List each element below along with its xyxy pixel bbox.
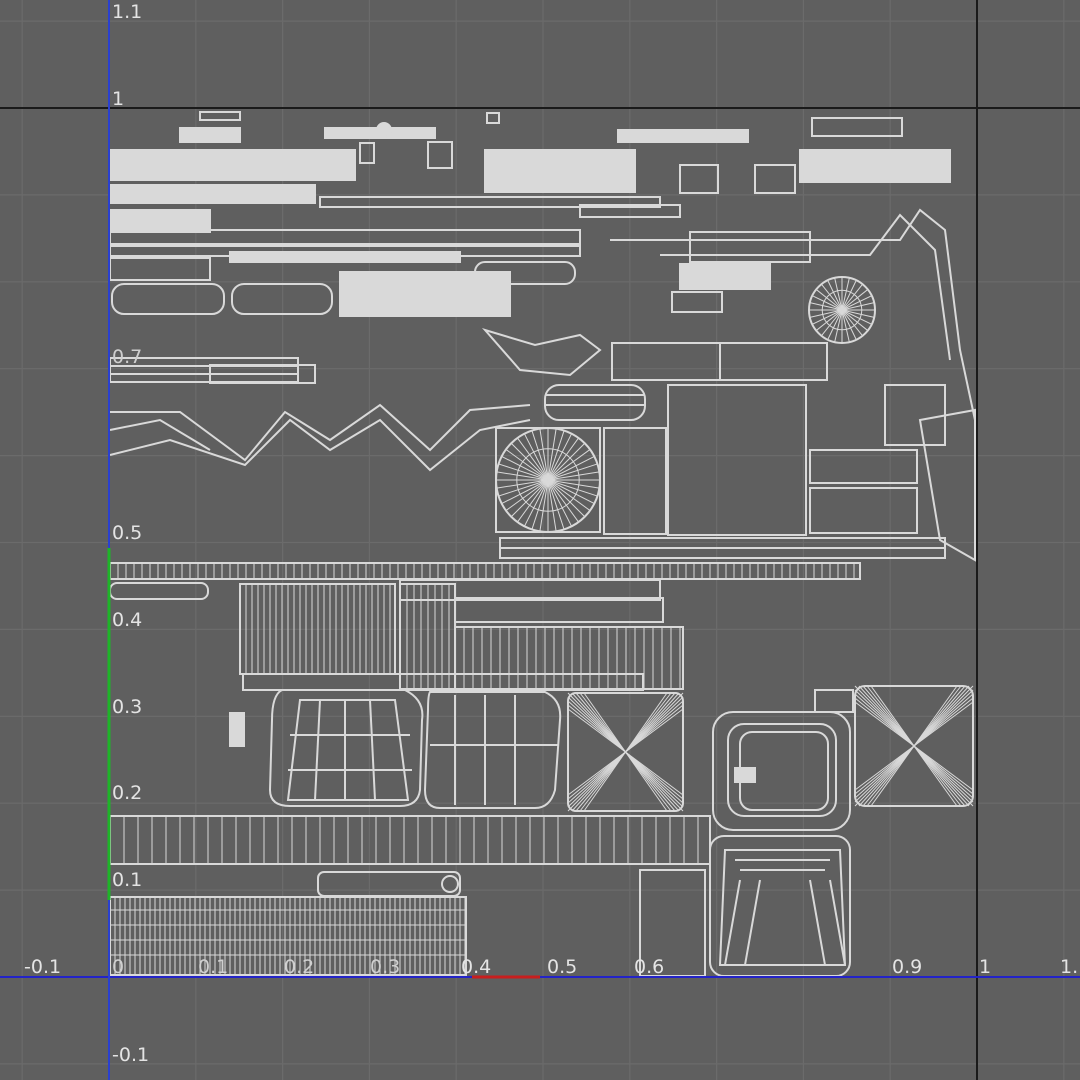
u-tick-label: 1.1 [1060, 956, 1080, 978]
fan-circle-middle[interactable] [495, 427, 601, 533]
v-tick-label: 0.4 [112, 609, 142, 631]
rounded-frame-shell[interactable] [709, 689, 854, 977]
fan-circle-upper[interactable] [808, 276, 876, 344]
u-tick-label: 0.1 [198, 956, 228, 978]
star-ray [583, 751, 626, 812]
uv-texture-editor-viewport[interactable]: -0.1 0 0.1 0.2 0.3 0.4 0.5 0.6 0.9 1 1. 1… [0, 0, 1080, 1080]
v-tick-label: 1 [112, 88, 124, 110]
v-tick-label: 1.1 [112, 1, 142, 23]
zigzag-shell[interactable] [109, 328, 646, 472]
u-tick-label: 0.3 [370, 956, 400, 978]
u-tick-label: 0.6 [634, 956, 664, 978]
fan-spoke [505, 449, 549, 481]
u-tick-label: 0.9 [892, 956, 922, 978]
star-ray [625, 692, 668, 753]
v-tick-label: 0.5 [112, 522, 142, 544]
u-tick-label: 1 [979, 956, 991, 978]
v-tick-label: -0.1 [112, 1044, 149, 1066]
u-tick-label: 0.4 [461, 956, 491, 978]
star-ray [625, 751, 668, 812]
v-tick-label: 0.1 [112, 869, 142, 891]
fan-spoke [547, 449, 591, 481]
star-square-shell[interactable] [567, 685, 974, 812]
v-tick-label: 0.2 [112, 782, 142, 804]
u-tick-label: -0.1 [24, 956, 61, 978]
bucket-shell-left[interactable] [268, 689, 424, 807]
v-tick-label: 0.3 [112, 696, 142, 718]
u-tick-label: 0.5 [547, 956, 577, 978]
fan-spoke [505, 479, 549, 511]
fan-spoke [547, 479, 591, 511]
bucket-shell-middle[interactable] [423, 691, 562, 809]
u-tick-label: 0.2 [284, 956, 314, 978]
fan-spoke [547, 437, 579, 481]
u-tick-label: 0 [112, 956, 124, 978]
fan-spoke [547, 479, 579, 523]
star-ray [583, 692, 626, 753]
long-strip-shell[interactable] [109, 562, 861, 601]
v-tick-label: 0.7 [112, 346, 142, 368]
